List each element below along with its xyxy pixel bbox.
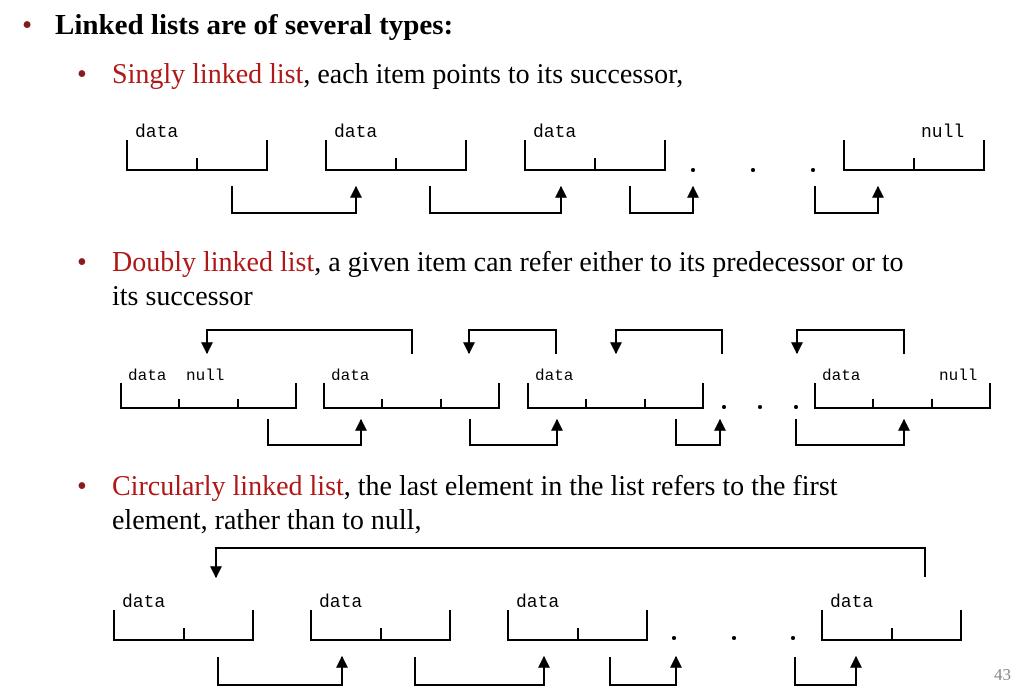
- data-label: data: [135, 123, 178, 143]
- pointer-arrow: [675, 418, 726, 446]
- node-box: [323, 383, 500, 409]
- linked-list-diagrams: data data data null data null data data …: [113, 123, 991, 686]
- singly-diagram: [126, 140, 985, 214]
- null-label: null: [186, 367, 224, 385]
- node-box: [814, 383, 991, 409]
- pointer-arrow: [217, 655, 348, 686]
- data-label: data: [122, 593, 165, 613]
- pointer-arrow: [629, 185, 699, 214]
- null-label: null: [939, 367, 977, 385]
- data-label: data: [822, 367, 861, 385]
- ellipsis-dot: [791, 636, 795, 640]
- node-box: [507, 610, 648, 641]
- pointer-arrow: [267, 418, 367, 446]
- back-pointer: [610, 329, 723, 355]
- ellipsis-dot: [672, 636, 676, 640]
- node-box: [113, 610, 254, 641]
- pointer-arrow: [429, 185, 567, 214]
- pointer-arrow: [795, 418, 910, 446]
- page-number: 43: [994, 665, 1011, 684]
- data-label: data: [516, 593, 559, 613]
- pointer-arrow: [794, 655, 862, 686]
- doubly-diagram: [120, 329, 991, 446]
- data-label: data: [128, 367, 167, 385]
- node-box: [126, 140, 268, 171]
- node-box: [527, 383, 704, 409]
- ellipsis-dot: [758, 405, 762, 409]
- node-box: [821, 610, 962, 641]
- ellipsis-dot: [732, 636, 736, 640]
- pointer-arrow: [609, 655, 682, 686]
- data-label: data: [331, 367, 370, 385]
- node-box: [524, 140, 666, 171]
- data-label: data: [830, 593, 873, 613]
- back-pointer: [791, 329, 905, 355]
- ellipsis-dot: [794, 405, 798, 409]
- null-label: null: [921, 123, 964, 143]
- pointer-arrow: [814, 185, 884, 214]
- data-label: data: [535, 367, 574, 385]
- back-pointer: [463, 329, 557, 355]
- ellipsis-dot: [691, 168, 695, 172]
- circular-diagram: [113, 547, 962, 686]
- pointer-arrow: [231, 185, 362, 214]
- data-label: data: [533, 123, 576, 143]
- circular-pointer: [210, 547, 926, 579]
- pointer-arrow: [469, 418, 563, 446]
- node-box: [325, 140, 467, 171]
- node-box: [310, 610, 451, 641]
- ellipsis-dot: [722, 405, 726, 409]
- data-label: data: [319, 593, 362, 613]
- back-pointer: [201, 329, 413, 355]
- pointer-arrow: [414, 655, 550, 686]
- data-label: data: [334, 123, 377, 143]
- ellipsis-dot: [811, 168, 815, 172]
- node-box: [843, 140, 985, 171]
- node-box: [120, 383, 297, 409]
- ellipsis-dot: [751, 168, 755, 172]
